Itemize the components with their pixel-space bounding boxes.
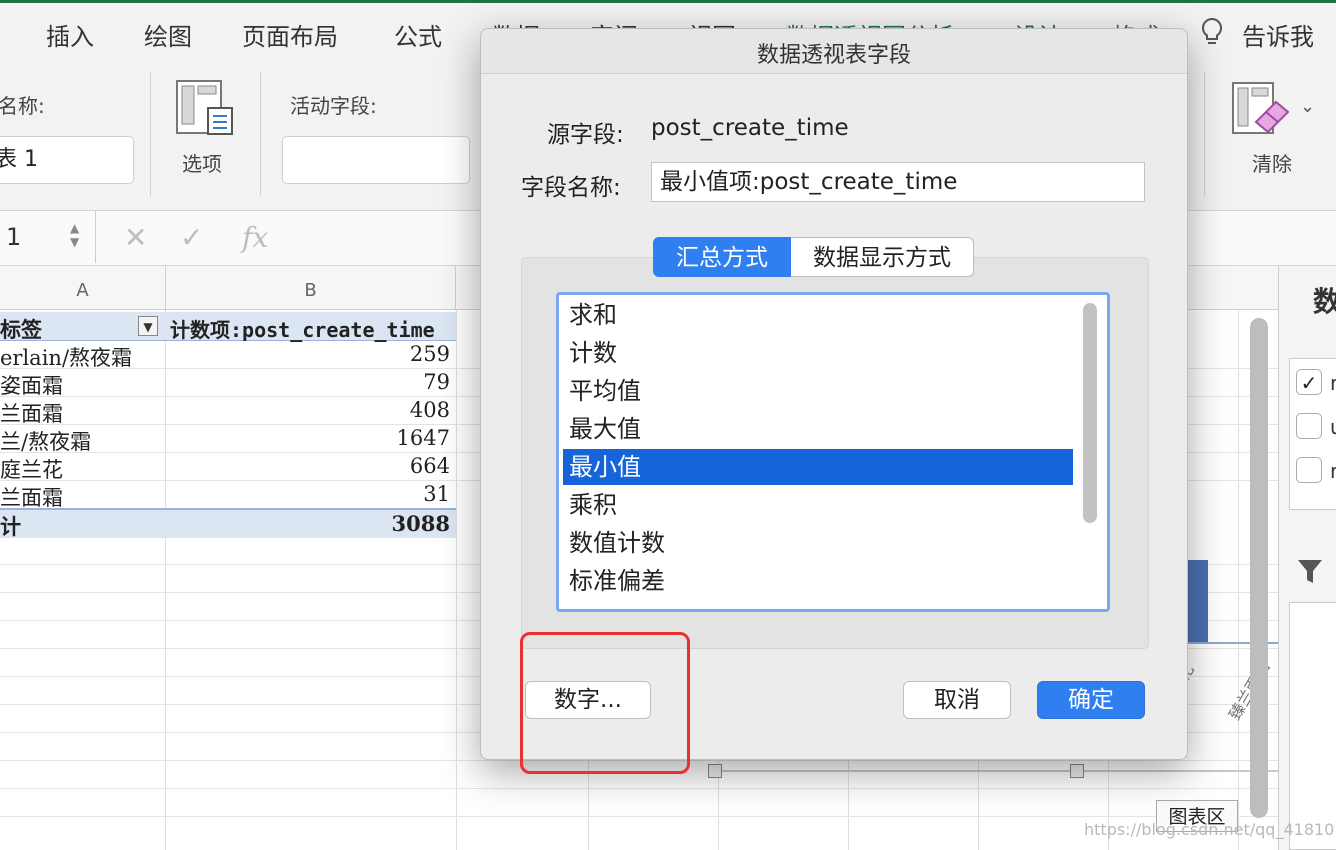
list-item-min[interactable]: 最小值 (563, 449, 1073, 485)
source-field-label: 源字段: (547, 122, 624, 148)
grid-line (456, 310, 457, 850)
pivot-row-value[interactable]: 1647 (300, 426, 450, 450)
field-name-input[interactable]: 最小值项:post_create_time (651, 162, 1145, 202)
ribbon-divider (150, 72, 151, 196)
active-field-input[interactable] (282, 136, 470, 184)
grand-total-label[interactable]: 计 (0, 511, 21, 541)
tab-formulas[interactable]: 公式 (394, 17, 442, 52)
list-scrollbar[interactable] (1083, 303, 1097, 523)
pivot-row-label[interactable]: 兰面霜 (0, 398, 63, 428)
pivot-row-value[interactable]: 79 (300, 370, 450, 394)
filter-icon (1297, 558, 1323, 593)
filter-dropdown-icon[interactable]: ▼ (138, 316, 158, 336)
options-label[interactable]: 选项 (182, 148, 222, 177)
resize-handle[interactable] (1070, 764, 1084, 778)
list-item-count-numbers[interactable]: 数值计数 (563, 525, 1073, 561)
list-item-sum[interactable]: 求和 (563, 297, 1073, 333)
list-item-max[interactable]: 最大值 (563, 411, 1073, 447)
tab-page-layout[interactable]: 页面布局 (242, 17, 338, 52)
cancel-button[interactable]: 取消 (903, 681, 1011, 719)
summarize-function-list[interactable]: 求和 计数 平均值 最大值 最小值 乘积 数值计数 标准偏差 (556, 292, 1110, 612)
column-header-b[interactable]: B (166, 266, 456, 310)
field-checkbox[interactable]: ✓ (1296, 369, 1322, 395)
annotation-highlight-box (520, 632, 690, 774)
tab-summarize-by[interactable]: 汇总方式 (653, 237, 791, 277)
dialog-tab-group: 汇总方式 数据显示方式 (653, 237, 974, 277)
pivot-name-label: 名称: (0, 94, 45, 118)
tab-draw[interactable]: 绘图 (144, 17, 192, 52)
dialog-titlebar[interactable]: 数据透视表字段 (481, 29, 1187, 74)
list-item-stdev[interactable]: 标准偏差 (563, 563, 1073, 599)
cell-reference-box[interactable]: 1 (0, 211, 96, 263)
confirm-entry-icon[interactable]: ✓ (180, 221, 203, 254)
clear-icon[interactable] (1232, 82, 1292, 138)
watermark-text: https://blog.csdn.net/qq_41810188 (1084, 820, 1336, 839)
resize-handle[interactable] (708, 764, 722, 778)
tab-insert[interactable]: 插入 (46, 17, 94, 52)
stepper-icon[interactable]: ▲ ▼ (70, 221, 79, 249)
panel-title: 数 (1313, 285, 1336, 318)
pivot-fields-panel: 数 ✓ r u r (1278, 266, 1336, 850)
pivot-row-label[interactable]: 姿面霜 (0, 370, 63, 400)
active-field-label: 活动字段: (290, 94, 377, 118)
pivot-row-value[interactable]: 408 (300, 398, 450, 422)
pivot-name-input[interactable]: 表 1 (0, 136, 134, 184)
column-header-a[interactable]: A (0, 266, 166, 310)
grid-line (165, 310, 166, 850)
field-name-label: 字段名称: (521, 175, 621, 201)
pivot-row-value[interactable]: 259 (300, 342, 450, 366)
summarize-group-box: 求和 计数 平均值 最大值 最小值 乘积 数值计数 标准偏差 (521, 257, 1149, 649)
field-name: r (1330, 459, 1336, 483)
pivot-row-label[interactable]: erlain/熬夜霜 (0, 342, 132, 372)
clear-label[interactable]: 清除 (1252, 148, 1292, 177)
pivot-row-value[interactable]: 31 (300, 482, 450, 506)
value-field-header[interactable]: 计数项:post_create_time (170, 314, 435, 343)
function-icon[interactable]: fx (242, 221, 268, 254)
pivot-row-label[interactable]: 兰/熬夜霜 (0, 426, 91, 456)
pivot-row-value[interactable]: 664 (300, 454, 450, 478)
dialog-title: 数据透视表字段 (756, 43, 911, 68)
ribbon-divider (1204, 72, 1205, 196)
source-field-value: post_create_time (651, 115, 849, 141)
options-icon[interactable] (176, 80, 234, 136)
grid-line (1238, 310, 1239, 850)
ok-button[interactable]: 确定 (1037, 681, 1145, 719)
tell-me-button[interactable]: 告诉我 (1242, 17, 1314, 52)
field-checkbox[interactable] (1296, 457, 1322, 483)
grand-total-value[interactable]: 3088 (300, 511, 450, 536)
field-name: r (1330, 371, 1336, 395)
list-item-count[interactable]: 计数 (563, 335, 1073, 371)
chevron-down-icon[interactable]: ⌄ (1300, 96, 1315, 117)
list-item-product[interactable]: 乘积 (563, 487, 1073, 523)
list-item-average[interactable]: 平均值 (563, 373, 1073, 409)
field-name: u (1330, 415, 1336, 439)
tab-show-values-as[interactable]: 数据显示方式 (791, 237, 974, 277)
ribbon-divider (260, 72, 261, 196)
field-checkbox[interactable] (1296, 413, 1322, 439)
chart-frame-border (714, 770, 1280, 772)
row-labels-header[interactable]: 标签 (0, 314, 42, 344)
field-list: ✓ r u r (1289, 358, 1336, 510)
chart-scrollbar[interactable] (1250, 318, 1268, 818)
grid-line (0, 816, 1280, 817)
lightbulb-icon (1200, 17, 1224, 53)
pivot-row-label[interactable]: 庭兰花 (0, 454, 63, 484)
grid-line (0, 788, 1280, 789)
filters-drop-area[interactable] (1289, 602, 1336, 850)
cancel-entry-icon[interactable]: ✕ (124, 221, 147, 254)
